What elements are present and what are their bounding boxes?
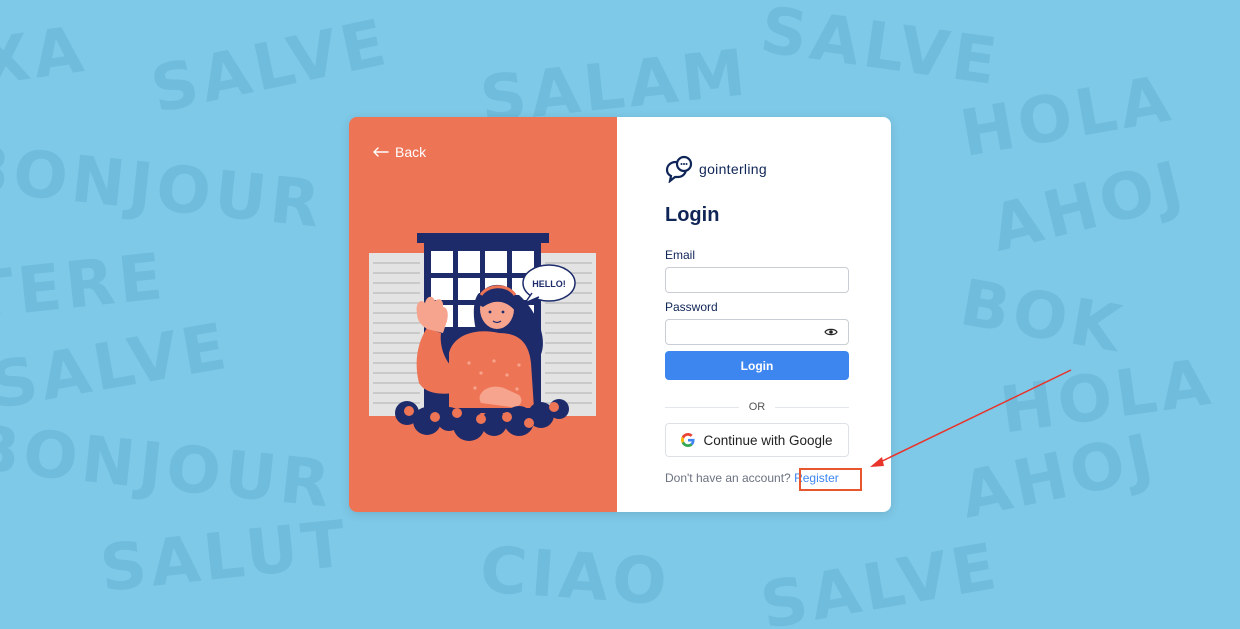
bg-word: SALUT <box>96 507 353 607</box>
divider-line <box>665 406 739 408</box>
bg-word: BOK <box>954 266 1130 368</box>
bg-word: CIAO <box>477 533 674 621</box>
no-account-text: Don't have an account? <box>665 471 791 485</box>
annotation-arrow-icon <box>870 369 1072 467</box>
bg-word: BONJOUR <box>0 131 328 243</box>
google-button-label: Continue with Google <box>703 432 833 448</box>
password-field[interactable] <box>665 319 849 345</box>
bg-word: XA <box>0 12 92 102</box>
login-card: Back HELLO! gointerling Login Email Pass… <box>349 117 891 512</box>
email-field[interactable] <box>665 267 849 293</box>
password-label: Password <box>665 300 718 314</box>
back-label: Back <box>395 144 427 160</box>
eye-icon[interactable] <box>824 327 838 337</box>
login-button[interactable]: Login <box>665 351 849 380</box>
login-form-panel: gointerling Login Email Password Login O… <box>617 117 891 512</box>
or-label: OR <box>748 401 766 413</box>
page-title: Login <box>665 204 720 226</box>
google-signin-button[interactable]: Continue with Google <box>665 423 849 457</box>
or-divider: OR <box>665 401 849 413</box>
arrow-left-icon <box>373 147 389 157</box>
bg-word: SALVE <box>756 0 1005 101</box>
register-highlight-box <box>799 468 862 491</box>
brand-logo[interactable]: gointerling <box>665 155 767 183</box>
bg-word: SALVE <box>144 5 396 129</box>
illustration-panel: Back HELLO! <box>349 117 617 512</box>
speech-bubble-text: HELLO! <box>532 279 566 289</box>
google-g-icon <box>681 433 696 447</box>
back-link[interactable]: Back <box>373 144 426 160</box>
brand-name: gointerling <box>699 161 767 177</box>
hello-window-illustration: HELLO! <box>369 233 596 441</box>
chat-bubble-logo-icon <box>665 155 693 183</box>
email-label: Email <box>665 248 696 262</box>
divider-line <box>775 406 849 408</box>
bg-word: BONJOUR <box>0 411 338 523</box>
bg-word: SALVE <box>755 529 1006 629</box>
bg-word: AHOJ <box>983 147 1194 267</box>
bg-word: TERE <box>0 239 170 335</box>
